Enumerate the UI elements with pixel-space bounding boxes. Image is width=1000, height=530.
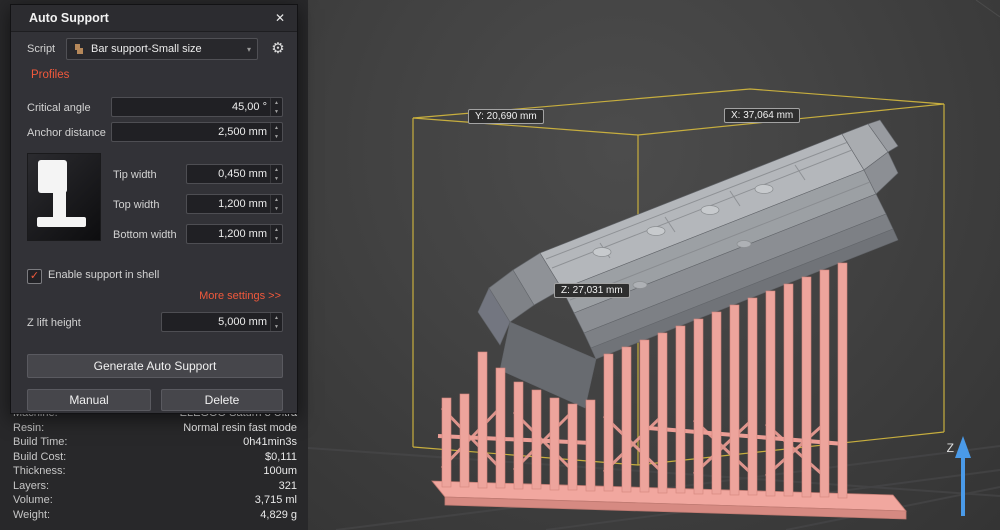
z-lift-height-input[interactable] [162, 313, 270, 331]
stat-value: Normal resin fast mode [183, 421, 297, 436]
bottom-width-input[interactable] [187, 225, 270, 243]
stat-label: Thickness: [13, 464, 66, 479]
enable-support-in-shell-checkbox[interactable]: ✓ [27, 269, 42, 284]
dimension-label-z: Z: 27,031 mm [554, 283, 630, 298]
stat-label: Volume: [13, 493, 53, 508]
spinner-up-icon[interactable]: ▲ [271, 123, 282, 132]
spinner-down-icon[interactable]: ▼ [271, 234, 282, 243]
z-lift-height-label: Z lift height [27, 317, 81, 329]
stat-label: Layers: [13, 479, 49, 494]
stat-label: Weight: [13, 508, 50, 523]
critical-angle-input[interactable] [112, 98, 270, 116]
application-window: Machine:ELEGOO Saturn 3 Ultra Resin:Norm… [0, 0, 1000, 530]
script-label: Script [27, 43, 55, 55]
spinner: ▲▼ [270, 313, 282, 331]
stat-row-build-cost: Build Cost: $0,111 [13, 450, 297, 465]
left-sidebar: Machine:ELEGOO Saturn 3 Ultra Resin:Norm… [0, 0, 308, 530]
tab-profiles[interactable]: Profiles [31, 69, 69, 81]
close-icon[interactable]: ✕ [270, 9, 290, 28]
stat-value: 0h41min3s [243, 435, 297, 450]
z-axis-label: Z [947, 441, 954, 455]
stat-label: Build Cost: [13, 450, 66, 465]
gear-icon[interactable]: ⚙ [267, 38, 289, 60]
support-profile-glyph [28, 154, 100, 240]
viewport-3d-scene[interactable]: Z [308, 0, 1000, 530]
print-stats: Machine:ELEGOO Saturn 3 Ultra Resin:Norm… [13, 406, 297, 522]
z-lift-height-field: ▲▼ [161, 312, 283, 332]
enable-support-in-shell-label: Enable support in shell [48, 269, 159, 281]
stat-value: 4,829 g [260, 508, 297, 523]
stat-row-resin: Resin: Normal resin fast mode [13, 421, 297, 436]
spinner-up-icon[interactable]: ▲ [271, 225, 282, 234]
stat-row-build-time: Build Time: 0h41min3s [13, 435, 297, 450]
more-settings-link[interactable]: More settings >> [199, 290, 281, 302]
generate-auto-support-button[interactable]: Generate Auto Support [27, 354, 283, 378]
anchor-distance-input[interactable] [112, 123, 270, 141]
tip-width-label: Tip width [113, 169, 157, 181]
script-icon [73, 43, 85, 55]
spinner: ▲▼ [270, 165, 282, 183]
top-width-field: ▲▼ [186, 194, 283, 214]
spinner-down-icon[interactable]: ▼ [271, 107, 282, 116]
script-dropdown-value: Bar support-Small size [91, 43, 202, 55]
bottom-width-field: ▲▼ [186, 224, 283, 244]
anchor-distance-field: ▲▼ [111, 122, 283, 142]
spinner: ▲▼ [270, 98, 282, 116]
stat-label: Resin: [13, 421, 44, 436]
stat-value: 321 [279, 479, 297, 494]
panel-title: Auto Support [29, 11, 109, 25]
stat-value: 100um [263, 464, 297, 479]
spinner-down-icon[interactable]: ▼ [271, 204, 282, 213]
spinner-down-icon[interactable]: ▼ [271, 174, 282, 183]
stat-row-thickness: Thickness: 100um [13, 464, 297, 479]
critical-angle-field: ▲▼ [111, 97, 283, 117]
dimension-label-x: X: 37,064 mm [724, 108, 800, 123]
support-profile-preview [27, 153, 101, 241]
critical-angle-label: Critical angle [27, 102, 91, 114]
spinner-up-icon[interactable]: ▲ [271, 98, 282, 107]
dimension-label-y: Y: 20,690 mm [468, 109, 544, 124]
panel-title-bar[interactable]: Auto Support ✕ [11, 5, 297, 32]
tip-width-field: ▲▼ [186, 164, 283, 184]
stat-label: Build Time: [13, 435, 67, 450]
spinner-down-icon[interactable]: ▼ [271, 132, 282, 141]
auto-support-panel: Auto Support ✕ Script Bar support-Small … [10, 4, 298, 414]
spinner-up-icon[interactable]: ▲ [271, 313, 282, 322]
top-width-input[interactable] [187, 195, 270, 213]
spinner: ▲▼ [270, 225, 282, 243]
spinner: ▲▼ [270, 123, 282, 141]
stat-row-volume: Volume: 3,715 ml [13, 493, 297, 508]
manual-button[interactable]: Manual [27, 389, 151, 411]
tip-width-input[interactable] [187, 165, 270, 183]
stat-row-weight: Weight: 4,829 g [13, 508, 297, 523]
script-dropdown[interactable]: Bar support-Small size ▾ [66, 38, 258, 60]
spinner-up-icon[interactable]: ▲ [271, 165, 282, 174]
stat-value: $0,111 [265, 450, 297, 465]
stat-row-layers: Layers: 321 [13, 479, 297, 494]
spinner: ▲▼ [270, 195, 282, 213]
delete-button[interactable]: Delete [161, 389, 283, 411]
bottom-width-label: Bottom width [113, 229, 177, 241]
stat-value: 3,715 ml [255, 493, 297, 508]
top-width-label: Top width [113, 199, 159, 211]
spinner-down-icon[interactable]: ▼ [271, 322, 282, 331]
viewport-3d[interactable]: Z Y: 20,690 mm X: 37,064 mm Z: 27,031 mm [308, 0, 1000, 530]
chevron-down-icon: ▾ [247, 45, 251, 54]
spinner-up-icon[interactable]: ▲ [271, 195, 282, 204]
model-mesh[interactable] [478, 120, 898, 408]
anchor-distance-label: Anchor distance [27, 127, 106, 139]
